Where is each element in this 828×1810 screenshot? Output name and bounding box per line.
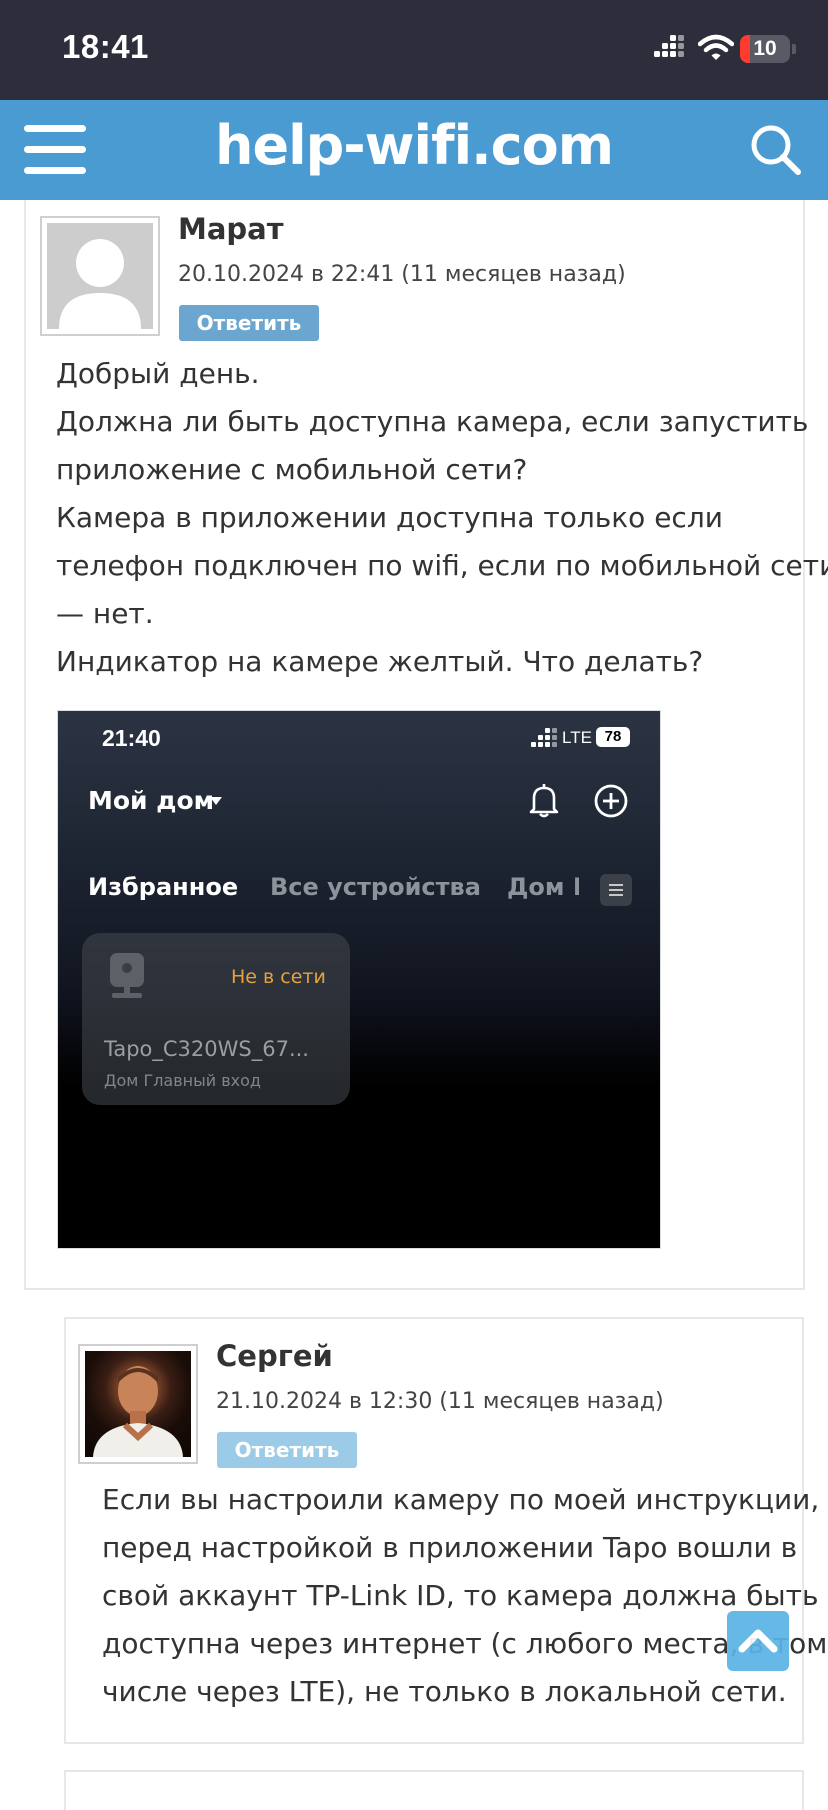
device-status: Не в сети xyxy=(231,966,326,988)
avatar xyxy=(78,1344,198,1464)
status-time: 18:41 xyxy=(62,28,149,65)
screenshot-time: 21:40 xyxy=(102,725,161,751)
screenshot-network: LTE xyxy=(562,728,592,747)
device-location: Дом Главный вход xyxy=(104,1071,261,1090)
battery-level: 10 xyxy=(753,37,777,60)
site-logo-title[interactable]: help-wifi.com xyxy=(0,114,828,177)
add-circle-icon xyxy=(594,784,628,818)
reply-button[interactable]: Ответить xyxy=(179,305,319,341)
comment-text: Добрый день. Должна ли быть доступна кам… xyxy=(56,350,828,686)
scroll-to-top-button[interactable] xyxy=(727,1611,789,1671)
cellular-signal-icon xyxy=(654,35,686,63)
comment-line: числе через LTE), не только в локальной … xyxy=(102,1675,787,1708)
user-photo xyxy=(93,1366,183,1457)
site-header: help-wifi.com xyxy=(0,100,828,200)
comment-card: Марат 20.10.2024 в 22:41 (11 месяцев наз… xyxy=(24,200,828,1290)
comment-line: свой аккаунт TP-Link ID, то камера должн… xyxy=(102,1579,819,1612)
comment-text: Если вы настроили камеру по моей инструк… xyxy=(102,1476,827,1716)
comment-line: приложение с мобильной сети? xyxy=(56,453,528,486)
avatar-placeholder xyxy=(40,216,160,336)
reply-button[interactable]: Ответить xyxy=(217,1432,357,1468)
comment-card-next xyxy=(64,1770,804,1810)
home-selector: Мой дом xyxy=(88,786,215,815)
wifi-icon xyxy=(698,34,734,60)
battery-nub xyxy=(792,44,796,54)
comment-author[interactable]: Марат xyxy=(178,212,284,246)
comment-date[interactable]: 21.10.2024 в 12:30 (11 месяцев назад) xyxy=(216,1389,664,1414)
comment-line: перед настройкой в приложении Tapo вошли… xyxy=(102,1531,798,1564)
comment-date[interactable]: 20.10.2024 в 22:41 (11 месяцев назад) xyxy=(178,262,626,287)
chevron-up-icon xyxy=(738,1629,778,1653)
user-silhouette-icon xyxy=(59,239,141,329)
bell-icon xyxy=(529,784,559,818)
tabs-menu-icon xyxy=(600,874,632,906)
comment-line: доступна через интернет (с любого места,… xyxy=(102,1627,828,1660)
tab-favorites: Избранное xyxy=(88,873,239,901)
status-bar: 18:41 10 xyxy=(0,0,828,100)
battery-icon: 10 xyxy=(740,35,790,63)
device-name: Tapo_C320WS_67... xyxy=(104,1037,309,1061)
comment-line: Индикатор на камере желтый. Что делать? xyxy=(56,645,704,678)
tab-home-room: Дом Г xyxy=(507,873,579,901)
tab-all-devices: Все устройства xyxy=(270,873,481,901)
attached-screenshot[interactable]: 21:40 LTE 78 Мой дом Избранное Все устро… xyxy=(57,710,661,1249)
screenshot-signal-icon xyxy=(531,728,557,748)
search-icon[interactable] xyxy=(748,122,804,178)
comment-author[interactable]: Сергей xyxy=(216,1339,333,1373)
comment-line: Камера в приложении доступна только если xyxy=(56,501,723,534)
comment-line: Добрый день. xyxy=(56,357,260,390)
caret-down-icon xyxy=(210,797,222,805)
comment-card: Сергей 21.10.2024 в 12:30 (11 месяцев на… xyxy=(64,1317,827,1744)
comment-line: Если вы настроили камеру по моей инструк… xyxy=(102,1483,820,1516)
comment-line: Должна ли быть доступна камера, если зап… xyxy=(56,405,809,438)
device-card: Не в сети Tapo_C320WS_67... Дом Главный … xyxy=(82,933,350,1105)
comment-line: — нет. xyxy=(56,597,154,630)
comment-line: телефон подключен по wifi, если по мобил… xyxy=(56,549,828,582)
camera-device-icon xyxy=(110,953,144,998)
screenshot-battery: 78 xyxy=(596,727,630,747)
